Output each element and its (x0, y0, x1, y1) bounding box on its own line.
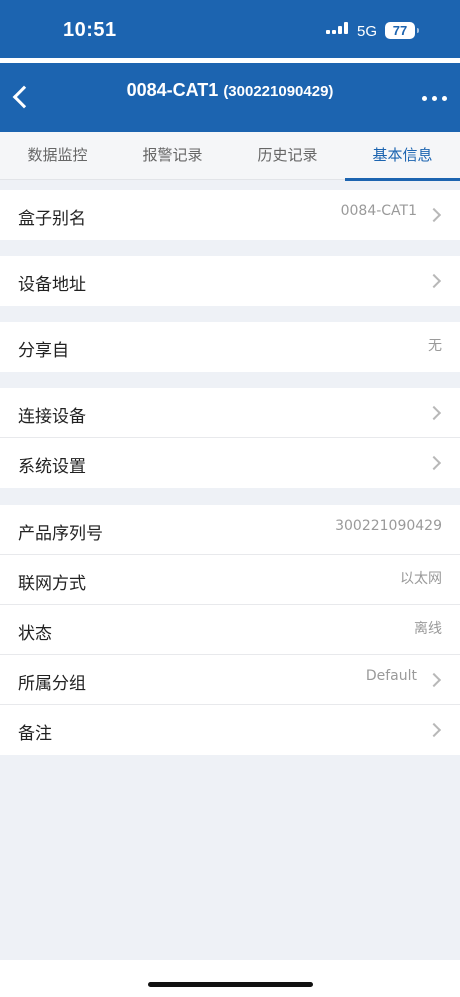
bottom-safe-area (0, 960, 460, 997)
group-label: 所属分组 (18, 674, 86, 694)
alias-label: 盒子别名 (18, 209, 86, 229)
connected-devices-row[interactable]: 连接设备 (0, 388, 460, 438)
serial-label: 产品序列号 (18, 524, 103, 544)
share-group: 分享自 无 (0, 322, 460, 372)
device-serial: (300221090429) (223, 83, 334, 100)
tab-history-records[interactable]: 历史记录 (230, 132, 345, 180)
network-type: 5G (357, 23, 378, 40)
tab-basic-info[interactable]: 基本信息 (345, 132, 460, 181)
chevron-right-icon (428, 207, 442, 221)
serial-value: 300221090429 (335, 518, 442, 534)
chevron-right-icon (428, 273, 442, 287)
group-row[interactable]: 所属分组 Default (0, 655, 460, 705)
status-time: 10:51 (63, 19, 117, 41)
tab-alarm-records[interactable]: 报警记录 (115, 132, 230, 180)
status-label: 状态 (18, 624, 52, 644)
address-label: 设备地址 (18, 275, 86, 295)
remark-row[interactable]: 备注 (0, 705, 460, 755)
shared-from-value: 无 (428, 338, 442, 354)
system-settings-row[interactable]: 系统设置 (0, 438, 460, 488)
shared-from-row: 分享自 无 (0, 322, 460, 372)
product-info-group: 产品序列号 300221090429 联网方式 以太网 状态 离线 所属分组 D… (0, 505, 460, 755)
page-title: 0084-CAT1 (300221090429) (0, 80, 460, 101)
more-icon[interactable] (418, 83, 454, 111)
chevron-right-icon (428, 405, 442, 419)
status-bar: 10:51 5G 77 (0, 0, 460, 58)
group-value: Default (365, 668, 417, 684)
network-mode-value: 以太网 (400, 571, 442, 587)
chevron-right-icon (428, 722, 442, 736)
battery-icon: 77 (385, 22, 419, 39)
device-settings-group: 连接设备 系统设置 (0, 388, 460, 488)
alias-row[interactable]: 盒子别名 0084-CAT1 (0, 190, 460, 240)
device-name: 0084-CAT1 (126, 80, 219, 100)
tab-data-monitor[interactable]: 数据监控 (0, 132, 115, 180)
tab-bar: 数据监控 报警记录 历史记录 基本信息 (0, 132, 460, 181)
system-settings-label: 系统设置 (18, 457, 86, 477)
serial-row: 产品序列号 300221090429 (0, 505, 460, 555)
home-indicator[interactable] (148, 982, 313, 987)
status-row: 状态 离线 (0, 605, 460, 655)
remark-label: 备注 (18, 724, 52, 744)
status-value: 离线 (414, 621, 442, 637)
address-row[interactable]: 设备地址 (0, 256, 460, 306)
chevron-right-icon (428, 455, 442, 469)
connected-devices-label: 连接设备 (18, 407, 86, 427)
network-mode-label: 联网方式 (18, 574, 86, 594)
signal-icon (326, 22, 350, 38)
chevron-right-icon (428, 672, 442, 686)
alias-group: 盒子别名 0084-CAT1 (0, 190, 460, 240)
alias-value: 0084-CAT1 (340, 203, 417, 219)
address-group: 设备地址 (0, 256, 460, 306)
nav-header: 0084-CAT1 (300221090429) (0, 63, 460, 132)
shared-from-label: 分享自 (18, 341, 69, 361)
network-mode-row: 联网方式 以太网 (0, 555, 460, 605)
